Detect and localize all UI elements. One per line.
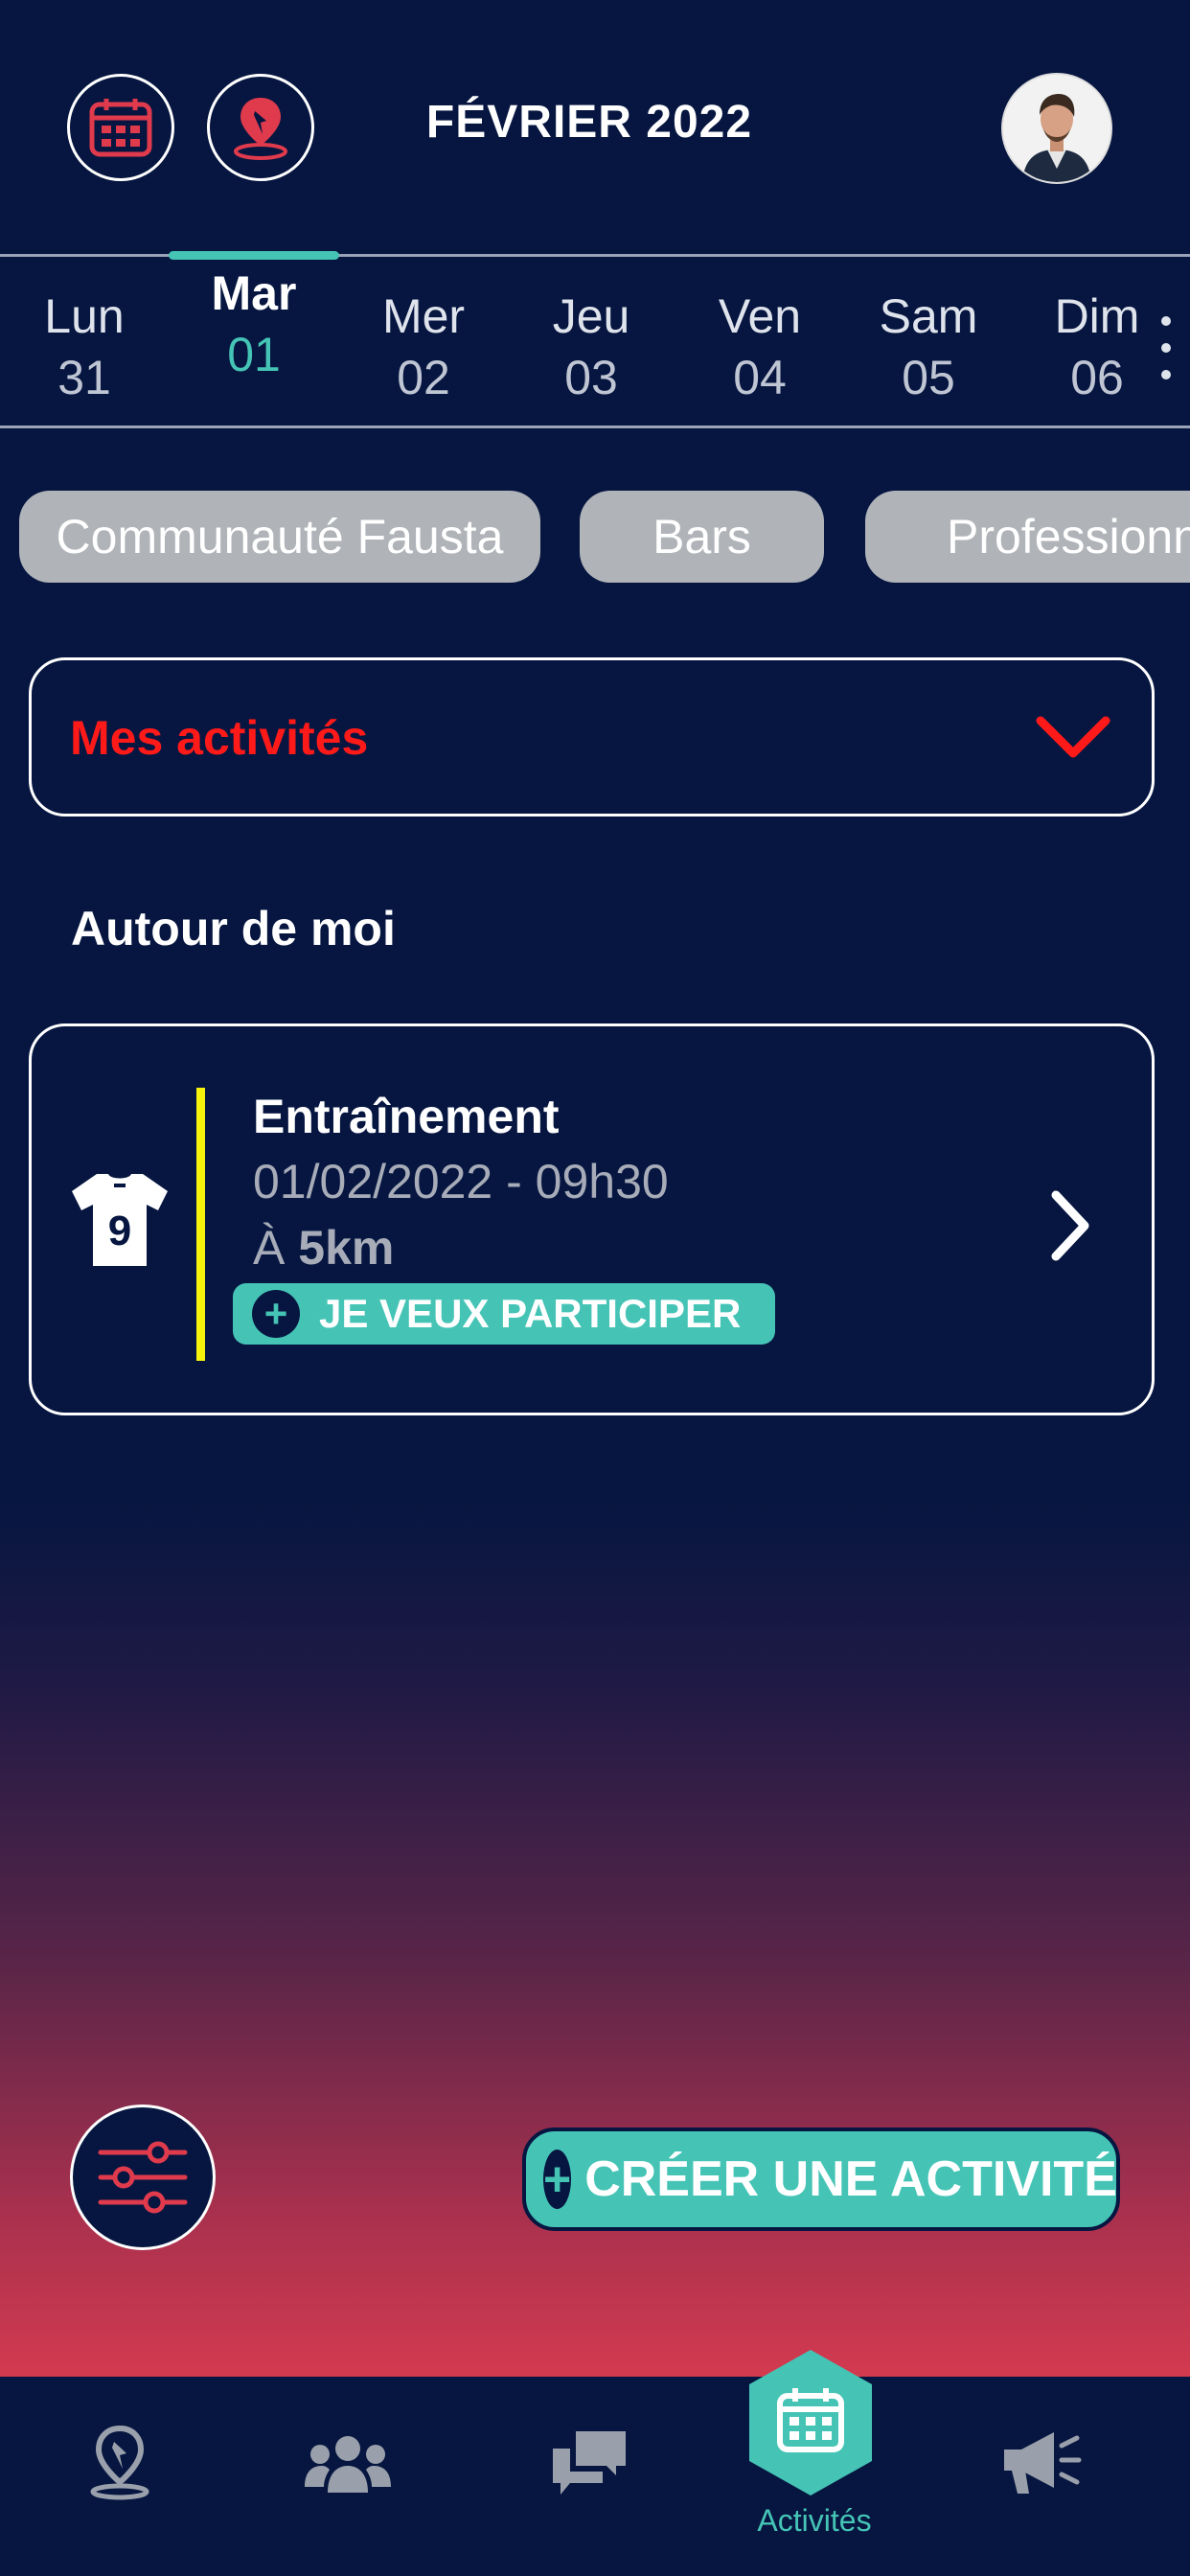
map-pin-icon xyxy=(90,2425,149,2500)
day-name: Lun xyxy=(44,289,125,343)
day-tue[interactable]: Mar 01 xyxy=(182,264,326,387)
page-title: FÉVRIER 2022 xyxy=(425,97,753,148)
day-name: Jeu xyxy=(552,289,630,343)
join-label: JE VEUX PARTICIPER xyxy=(319,1291,742,1336)
day-number: 03 xyxy=(564,351,618,404)
chevron-right-icon[interactable] xyxy=(1046,1187,1094,1264)
activity-title: Entraînement xyxy=(253,1090,560,1143)
more-days-icon[interactable] xyxy=(1161,316,1173,397)
sliders-icon xyxy=(98,2141,188,2214)
activity-card[interactable]: 9 Entraînement 01/02/2022 - 09h30 À 5km … xyxy=(29,1024,1155,1415)
nav-map[interactable] xyxy=(72,2415,168,2511)
nav-community[interactable] xyxy=(300,2415,396,2511)
user-avatar-icon xyxy=(1003,75,1110,182)
jersey-number: 9 xyxy=(108,1208,131,1254)
join-activity-button[interactable]: + JE VEUX PARTICIPER xyxy=(233,1283,775,1345)
selected-day-indicator xyxy=(169,251,339,260)
day-sat[interactable]: Sam 05 xyxy=(857,288,1000,410)
create-activity-button[interactable]: + CRÉER UNE ACTIVITÉ xyxy=(522,2128,1120,2231)
day-thu[interactable]: Jeu 03 xyxy=(519,288,663,410)
avatar[interactable] xyxy=(1001,73,1112,184)
distance-prefix: À xyxy=(253,1221,286,1275)
nav-messages[interactable] xyxy=(541,2415,637,2511)
day-number: 31 xyxy=(57,351,111,404)
day-name: Mer xyxy=(381,289,466,343)
filters-button[interactable] xyxy=(70,2104,216,2250)
users-icon xyxy=(305,2436,391,2493)
day-wed[interactable]: Mer 02 xyxy=(352,288,495,410)
chip-professionnel[interactable]: Professionnel xyxy=(865,491,1190,583)
day-number: 06 xyxy=(1070,351,1124,404)
day-number: 01 xyxy=(227,328,281,381)
chip-communaute[interactable]: Communauté Fausta xyxy=(19,491,540,583)
day-mon[interactable]: Lun 31 xyxy=(12,288,156,410)
jersey-icon: 9 xyxy=(72,1174,168,1266)
day-number: 04 xyxy=(733,351,787,404)
create-activity-label: CRÉER UNE ACTIVITÉ xyxy=(584,2151,1117,2207)
plus-icon: + xyxy=(252,1290,300,1338)
day-sun[interactable]: Dim 06 xyxy=(1025,288,1169,410)
chip-bars[interactable]: Bars xyxy=(580,491,824,583)
day-name: Mar xyxy=(211,266,297,320)
day-fri[interactable]: Ven 04 xyxy=(688,288,832,410)
chevron-down-icon xyxy=(1036,716,1110,758)
day-name: Ven xyxy=(718,289,802,343)
nav-announcements[interactable] xyxy=(994,2415,1089,2511)
day-number: 05 xyxy=(902,351,955,404)
activity-accent-bar xyxy=(196,1088,205,1361)
activity-datetime: 01/02/2022 - 09h30 xyxy=(253,1155,669,1208)
day-name: Sam xyxy=(879,289,978,343)
chat-icon xyxy=(553,2431,626,2495)
activity-distance: À 5km xyxy=(253,1220,394,1276)
dropdown-label: Mes activités xyxy=(70,711,369,765)
day-name: Dim xyxy=(1054,289,1140,343)
day-number: 02 xyxy=(397,351,450,404)
calendar-icon xyxy=(89,99,152,157)
nav-activities-label: Activités xyxy=(757,2503,872,2538)
distance-value: 5km xyxy=(298,1221,395,1275)
plus-icon: + xyxy=(543,2150,572,2209)
calendar-button[interactable] xyxy=(67,74,174,181)
map-button[interactable] xyxy=(207,74,314,181)
map-pin-icon xyxy=(234,98,287,160)
week-bottom-divider xyxy=(0,426,1190,428)
megaphone-icon xyxy=(1004,2432,1082,2494)
nav-activities[interactable] xyxy=(744,2346,878,2499)
section-title: Autour de moi xyxy=(71,902,396,955)
activities-filter-dropdown[interactable]: Mes activités xyxy=(29,657,1155,816)
